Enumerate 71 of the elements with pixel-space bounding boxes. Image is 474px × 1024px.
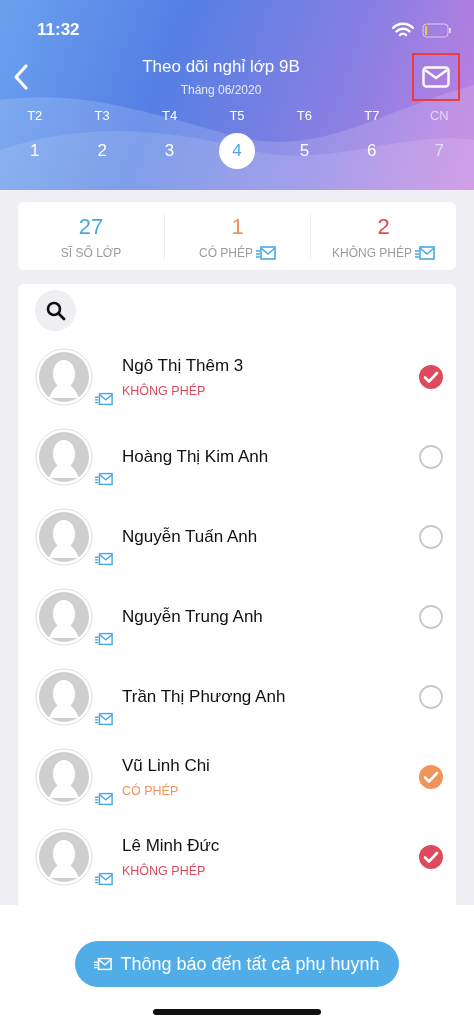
date-tab[interactable]: 5 [286,133,323,169]
student-name: Hoàng Thị Kim Anh [122,447,270,467]
wifi-icon [392,22,414,38]
search-icon [45,300,66,321]
weekday-label: T4 [161,108,178,123]
student-name: Nguyễn Tuấn Anh [122,527,259,547]
avatar-icon [35,668,93,726]
student-name: Vũ Linh Chi [122,756,211,776]
mail-icon [94,957,113,971]
avatar-icon [35,748,93,806]
mail-icon [256,246,276,260]
date-tab[interactable]: 6 [353,133,390,169]
avatar-icon [35,428,93,486]
student-name: Nguyễn Trung Anh [122,607,264,627]
student-row[interactable]: Lê Minh Đức KHÔNG PHÉP [18,817,456,897]
check-circle[interactable] [418,764,444,790]
stat-label: KHÔNG PHÉP [332,246,412,260]
student-row[interactable]: Vũ Linh Chi CÓ PHÉP [18,737,456,817]
weekday-label: T6 [296,108,312,123]
avatar-icon [35,828,93,886]
student-row[interactable]: Nguyễn Tuấn Anh [18,497,456,577]
check-circle[interactable] [418,844,444,870]
search-button[interactable] [35,290,76,331]
mail-icon [95,792,113,806]
mail-icon [422,66,450,88]
mail-icon [95,712,113,726]
stat-value: 2 [377,214,390,240]
weekday-label: T2 [27,108,43,123]
date-tab[interactable]: 1 [16,133,53,169]
student-name: Trần Thị Phương Anh [122,687,287,707]
check-circle[interactable] [418,684,444,710]
check-circle[interactable] [418,444,444,470]
student-row[interactable]: Ngô Thị Thêm 3 KHÔNG PHÉP [18,337,456,417]
date-tab[interactable]: 4 [219,133,255,169]
mail-icon [95,872,113,886]
student-row[interactable]: Trần Thị Phương Anh [18,657,456,737]
stat-label: CÓ PHÉP [199,246,253,260]
stat-label: SĨ SỐ LỚP [60,246,122,260]
mail-icon [95,552,113,566]
mail-icon [95,632,113,646]
student-row[interactable]: Hoàng Thị Kim Anh [18,417,456,497]
stat-value: 1 [231,214,244,240]
mail-icon [415,246,435,260]
avatar-icon [35,588,93,646]
mail-icon [95,392,113,406]
absence-status: KHÔNG PHÉP [122,384,207,398]
student-name: Ngô Thị Thêm 3 [122,356,245,376]
mail-button[interactable] [412,53,460,101]
student-name: Lê Minh Đức [122,836,221,856]
back-icon[interactable] [12,63,30,91]
check-circle[interactable] [418,364,444,390]
weekday-label: T7 [364,108,380,123]
avatar-icon [35,508,93,566]
date-tab[interactable]: 2 [84,133,121,169]
weekday-label: T3 [94,108,110,123]
student-row[interactable]: Nguyễn Trung Anh [18,577,456,657]
avatar-icon [35,348,93,406]
mail-icon [95,472,113,486]
battery-icon [422,22,452,38]
screen-title: Theo dõi nghỉ lớp 9B [141,57,301,77]
stat-value: 27 [78,214,104,240]
notify-all-button[interactable]: Thông báo đến tất cả phụ huynh [75,941,399,987]
absence-status: KHÔNG PHÉP [122,864,207,878]
check-circle[interactable] [418,604,444,630]
weekday-label: CN [429,108,449,123]
check-circle[interactable] [418,524,444,550]
weekday-label: T5 [229,108,245,123]
date-tab[interactable]: 3 [151,133,188,169]
absence-status: CÓ PHÉP [122,784,180,798]
month-label: Tháng 06/2020 [179,83,263,97]
clock: 11:32 [37,20,80,40]
